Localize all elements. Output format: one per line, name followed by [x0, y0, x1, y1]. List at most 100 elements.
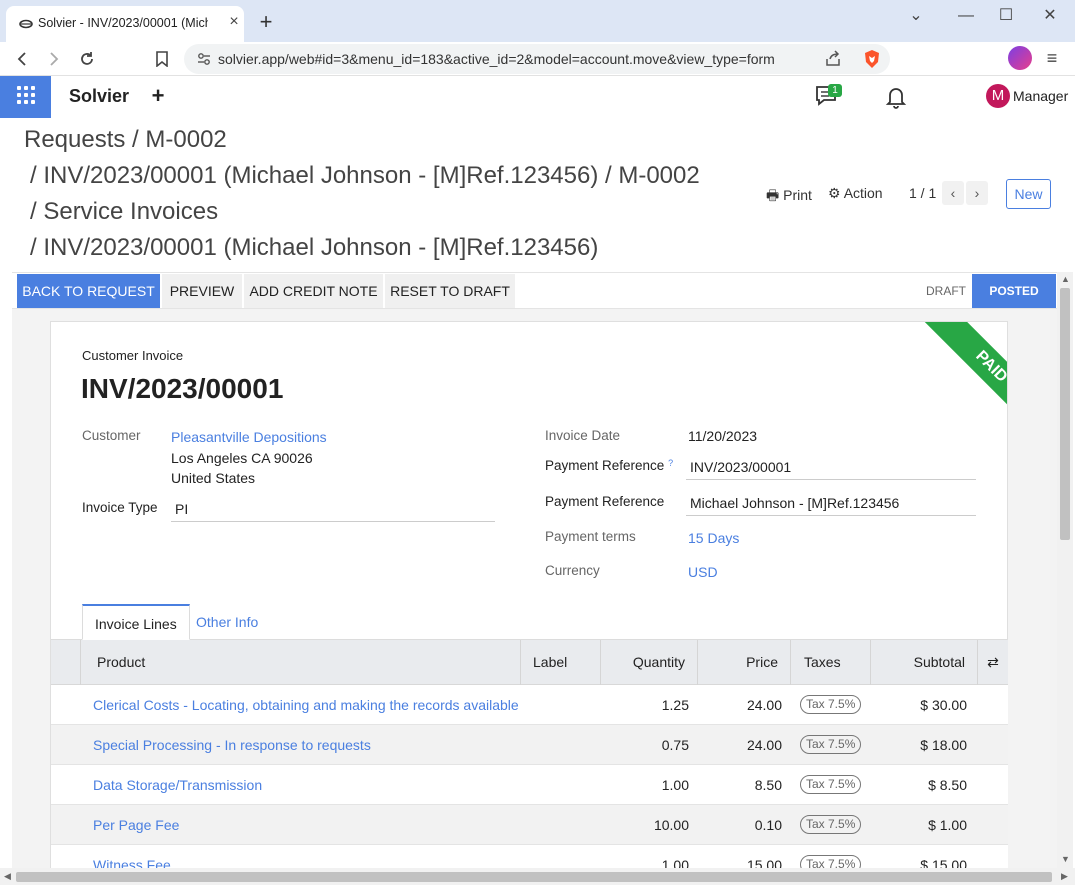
- row-tax-badge[interactable]: Tax 7.5%: [800, 775, 862, 794]
- print-button[interactable]: 🖶 Print: [766, 185, 812, 209]
- preview-button[interactable]: PREVIEW: [162, 274, 242, 308]
- print-label: Print: [783, 187, 812, 203]
- customer-link[interactable]: Pleasantville Depositions: [171, 429, 327, 445]
- column-quantity[interactable]: Quantity: [601, 640, 698, 685]
- quick-create-icon[interactable]: +: [148, 84, 168, 108]
- row-product[interactable]: Special Processing - In response to requ…: [93, 725, 371, 765]
- table-row[interactable]: Per Page Fee 10.00 0.10 Tax 7.5% $ 1.00: [51, 805, 1008, 845]
- back-to-request-button[interactable]: BACK TO REQUEST: [17, 274, 160, 308]
- minimize-icon[interactable]: —: [956, 6, 976, 26]
- apps-grid-icon: [17, 86, 35, 104]
- scroll-left-icon[interactable]: ◀: [4, 871, 11, 882]
- column-taxes[interactable]: Taxes: [791, 640, 871, 685]
- row-price[interactable]: 0.10: [698, 805, 782, 845]
- gear-icon: ⚙: [828, 185, 841, 201]
- column-settings-icon[interactable]: ⇄: [978, 640, 1008, 685]
- invoice-type-field[interactable]: PI: [171, 498, 495, 522]
- tab-invoice-lines[interactable]: Invoice Lines: [82, 604, 190, 640]
- chevron-down-icon[interactable]: ⌄: [906, 6, 926, 26]
- currency-label: Currency: [545, 563, 600, 578]
- reset-to-draft-button[interactable]: RESET TO DRAFT: [385, 274, 515, 308]
- row-product[interactable]: Data Storage/Transmission: [93, 765, 262, 805]
- menu-icon[interactable]: ≡: [1042, 48, 1062, 68]
- bookmark-icon[interactable]: [150, 47, 174, 71]
- breadcrumb-line-3[interactable]: / Service Invoices: [30, 198, 218, 226]
- table-row[interactable]: Clerical Costs - Locating, obtaining and…: [51, 685, 1008, 725]
- reload-icon[interactable]: [75, 47, 99, 71]
- vertical-scrollbar-thumb[interactable]: [1060, 288, 1070, 540]
- user-name[interactable]: Manager: [1013, 88, 1068, 104]
- tab-close-icon[interactable]: ×: [226, 14, 242, 30]
- pager-value[interactable]: 1 / 1: [909, 185, 936, 201]
- invoice-date-value[interactable]: 11/20/2023: [688, 428, 757, 444]
- scroll-right-icon[interactable]: ▶: [1061, 871, 1068, 882]
- customer-address-line-2: United States: [171, 470, 256, 486]
- printer-icon: 🖶: [766, 187, 780, 203]
- share-icon[interactable]: [824, 50, 842, 68]
- status-draft[interactable]: DRAFT: [926, 274, 966, 308]
- currency-link[interactable]: USD: [688, 564, 718, 580]
- tab-other-info[interactable]: Other Info: [184, 604, 270, 640]
- profile-icon[interactable]: [1008, 46, 1032, 70]
- avatar[interactable]: M: [986, 84, 1010, 108]
- payment-reference-2-field[interactable]: Michael Johnson - [M]Ref.123456: [686, 492, 976, 516]
- status-posted[interactable]: POSTED: [972, 274, 1056, 308]
- bell-icon[interactable]: [885, 85, 907, 109]
- browser-titlebar: Solvier - INV/2023/00001 (Micha × + ⌄ — …: [0, 0, 1075, 42]
- close-window-icon[interactable]: ✕: [1040, 6, 1060, 26]
- row-subtotal: $ 30.00: [920, 697, 967, 713]
- new-button[interactable]: New: [1006, 179, 1051, 209]
- row-tax-badge[interactable]: Tax 7.5%: [800, 695, 862, 714]
- table-row[interactable]: Data Storage/Transmission 1.00 8.50 Tax …: [51, 765, 1008, 805]
- action-button[interactable]: ⚙ Action: [828, 185, 883, 202]
- pager-next-icon[interactable]: ›: [966, 181, 988, 205]
- column-subtotal[interactable]: Subtotal: [871, 640, 978, 685]
- payment-terms-link[interactable]: 15 Days: [688, 530, 739, 546]
- row-handle-column: [51, 640, 81, 685]
- maximize-icon[interactable]: ☐: [996, 6, 1016, 26]
- payment-reference-field[interactable]: INV/2023/00001: [686, 456, 976, 480]
- row-quantity[interactable]: 0.75: [601, 725, 689, 765]
- breadcrumb-line-1[interactable]: Requests / M-0002: [24, 126, 227, 154]
- forward-icon[interactable]: [42, 47, 66, 71]
- address-bar[interactable]: solvier.app/web#id=3&menu_id=183&active_…: [184, 44, 890, 74]
- new-tab-icon[interactable]: +: [256, 11, 276, 33]
- scroll-down-icon[interactable]: ▼: [1061, 854, 1070, 864]
- breadcrumb-line-2[interactable]: / INV/2023/00001 (Michael Johnson - [M]R…: [30, 162, 700, 190]
- column-label[interactable]: Label: [521, 640, 601, 685]
- help-icon[interactable]: ?: [668, 458, 673, 468]
- scroll-up-icon[interactable]: ▲: [1061, 274, 1070, 284]
- row-price[interactable]: 8.50: [698, 765, 782, 805]
- vertical-scrollbar[interactable]: ▲ ▼: [1057, 272, 1073, 868]
- column-price[interactable]: Price: [698, 640, 791, 685]
- apps-menu-button[interactable]: [0, 76, 51, 118]
- column-product[interactable]: Product: [81, 640, 521, 685]
- customer-address-line-1: Los Angeles CA 90026: [171, 450, 313, 466]
- row-product[interactable]: Clerical Costs - Locating, obtaining and…: [93, 685, 519, 725]
- row-product[interactable]: Per Page Fee: [93, 805, 179, 845]
- form-statusbar: BACK TO REQUEST PREVIEW ADD CREDIT NOTE …: [12, 272, 1061, 309]
- row-quantity[interactable]: 10.00: [601, 805, 689, 845]
- back-icon[interactable]: [10, 47, 34, 71]
- favicon-icon: [19, 19, 33, 29]
- table-row[interactable]: Special Processing - In response to requ…: [51, 725, 1008, 765]
- app-brand[interactable]: Solvier: [69, 86, 129, 107]
- row-tax-badge[interactable]: Tax 7.5%: [800, 815, 862, 834]
- row-quantity[interactable]: 1.25: [601, 685, 689, 725]
- pager-previous-icon[interactable]: ‹: [942, 181, 964, 205]
- chat-badge: 1: [828, 84, 842, 97]
- row-tax-badge[interactable]: Tax 7.5%: [800, 735, 862, 754]
- customer-label: Customer: [82, 428, 141, 443]
- brave-shield-icon[interactable]: [862, 49, 882, 69]
- row-quantity[interactable]: 1.00: [601, 765, 689, 805]
- browser-tab[interactable]: Solvier - INV/2023/00001 (Micha ×: [6, 6, 244, 42]
- breadcrumb-line-4: / INV/2023/00001 (Michael Johnson - [M]R…: [30, 234, 599, 261]
- payment-reference-label-text: Payment Reference: [545, 458, 665, 473]
- site-info-icon[interactable]: [196, 51, 212, 67]
- add-credit-note-button[interactable]: ADD CREDIT NOTE: [244, 274, 383, 308]
- row-subtotal: $ 8.50: [928, 777, 967, 793]
- row-price[interactable]: 24.00: [698, 685, 782, 725]
- horizontal-scrollbar[interactable]: ◀ ▶: [0, 868, 1075, 885]
- row-price[interactable]: 24.00: [698, 725, 782, 765]
- horizontal-scrollbar-thumb[interactable]: [16, 872, 1052, 882]
